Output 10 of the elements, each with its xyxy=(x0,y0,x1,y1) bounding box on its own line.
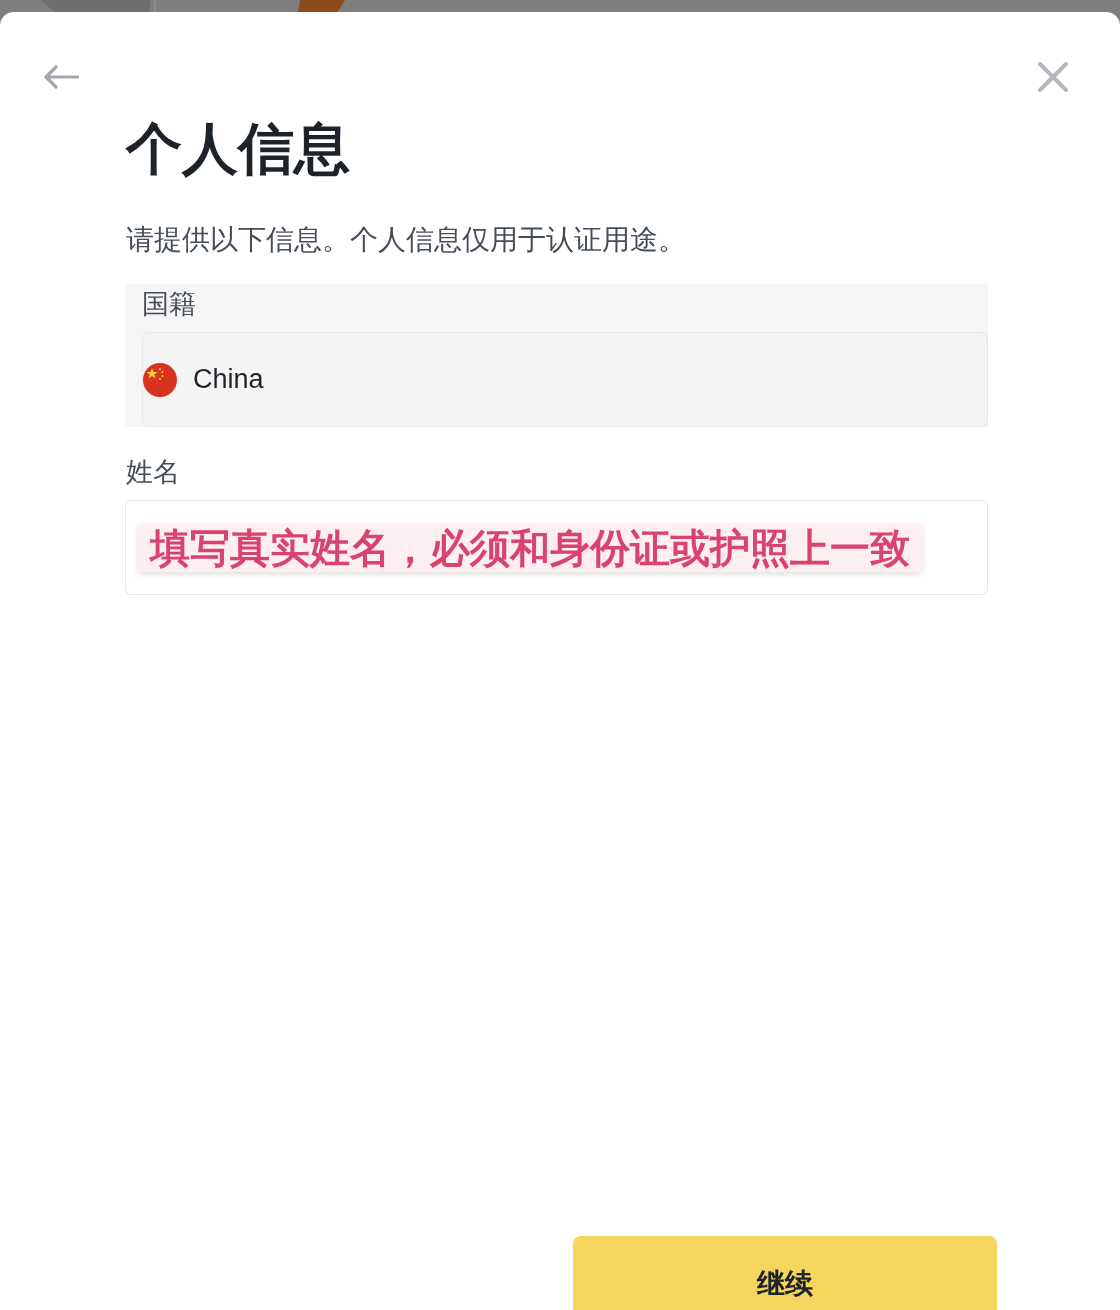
continue-button[interactable]: 继续 xyxy=(573,1236,997,1310)
flag-icon xyxy=(143,362,177,397)
page-title: 个人信息 xyxy=(126,116,350,182)
annotation-note: 填写真实姓名，必须和身份证或护照上一致 xyxy=(138,523,922,572)
close-icon[interactable] xyxy=(1038,62,1068,92)
instruction-text: 请提供以下信息。个人信息仅用于认证用途。 xyxy=(126,223,686,257)
field-label: 国籍 xyxy=(142,288,196,321)
back-arrow-icon[interactable] xyxy=(43,65,79,89)
field-label: 姓名 xyxy=(126,456,180,489)
name-input-field[interactable]: 填写真实姓名，必须和身份证或护照上一致 xyxy=(125,500,988,595)
